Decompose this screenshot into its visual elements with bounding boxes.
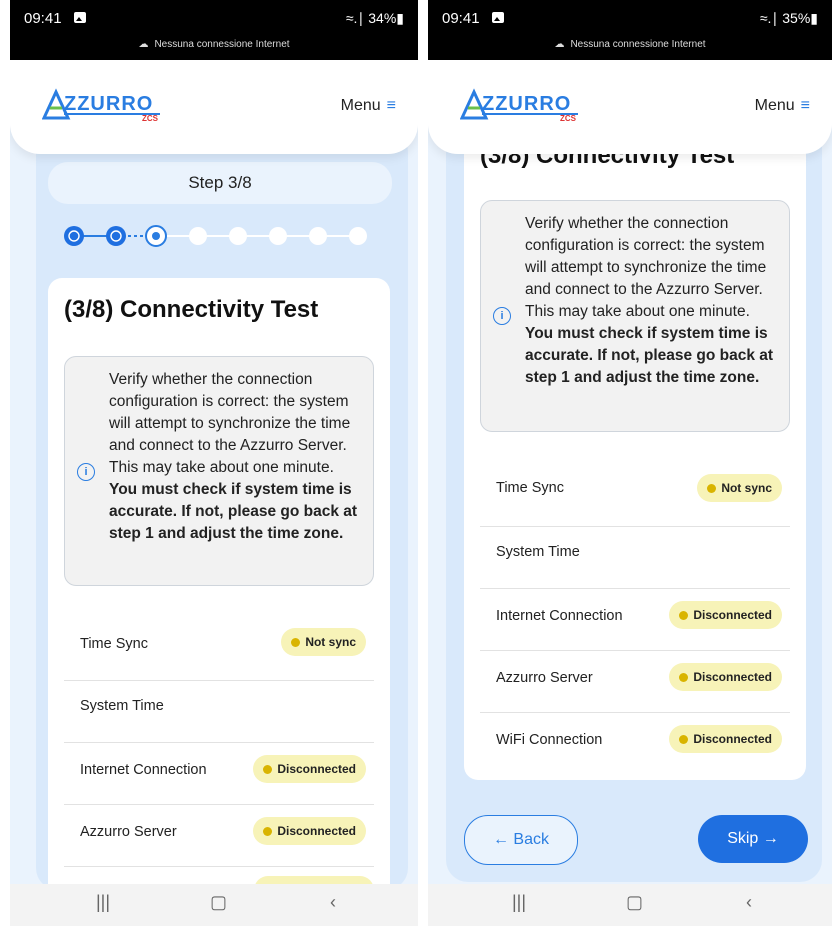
app-header: ZZURRO ZCS Menu ≡ — [428, 60, 832, 154]
azzurro-logo: ZZURRO ZCS — [460, 88, 578, 122]
no-internet-notice: ☁ Nessuna connessione Internet — [554, 39, 706, 50]
status-row-system-time: System Time — [64, 680, 374, 743]
status-badge: Disconnected — [669, 663, 782, 691]
connectivity-card: (3/8) Connectivity Test i Verify whether… — [464, 120, 806, 780]
status-row-system-time: System Time — [480, 526, 790, 589]
menu-button[interactable]: Menu ≡ — [755, 97, 810, 115]
progress-stepper — [64, 225, 367, 247]
back-nav-icon[interactable]: ‹ — [330, 892, 336, 913]
svg-text:ZZURRO: ZZURRO — [482, 93, 571, 115]
recent-apps-icon[interactable]: ||| — [512, 892, 526, 913]
status-signal-battery: ≈.∣ 35%▮ — [759, 10, 818, 26]
home-icon[interactable]: ▢ — [626, 892, 643, 913]
menu-button[interactable]: Menu ≡ — [341, 97, 396, 115]
connectivity-card: (3/8) Connectivity Test i Verify whether… — [48, 278, 390, 904]
android-nav-bar: ||| ▢ ‹ — [428, 884, 832, 926]
hamburger-icon: ≡ — [800, 97, 810, 114]
info-box: i Verify whether the connection configur… — [64, 356, 374, 586]
info-text: Verify whether the connection configurat… — [109, 371, 358, 542]
status-badge: Not sync — [697, 474, 782, 502]
status-badge: Disconnected — [253, 817, 366, 845]
azzurro-logo: ZZURRO ZCS — [42, 88, 160, 122]
gallery-notification-icon — [74, 12, 86, 23]
cloud-off-icon: ☁ — [554, 39, 565, 50]
status-badge: Disconnected — [669, 725, 782, 753]
svg-text:ZZURRO: ZZURRO — [64, 93, 153, 115]
status-bar: 09:41 ≈.∣ 35%▮ ☁ Nessuna connessione Inte… — [428, 0, 832, 60]
status-bar: 09:41 ≈.∣ 34%▮ ☁ Nessuna connessione Inte… — [10, 0, 418, 60]
back-button[interactable]: ← Back — [464, 815, 578, 865]
app-header: ZZURRO ZCS Menu ≡ — [10, 60, 418, 154]
step-done-icon — [106, 226, 126, 246]
status-row-wifi: WiFi Connection Disconnected — [480, 712, 790, 774]
info-icon: i — [493, 307, 511, 325]
step-current-icon — [145, 225, 167, 247]
info-text: Verify whether the connection configurat… — [525, 215, 774, 386]
status-badge: Not sync — [281, 628, 366, 656]
info-box: i Verify whether the connection configur… — [480, 200, 790, 432]
phone-screen-right: 09:41 ≈.∣ 35%▮ ☁ Nessuna connessione Inte… — [428, 0, 832, 926]
status-row-time-sync: Time Sync Not sync — [480, 456, 790, 527]
status-badge: Disconnected — [253, 755, 366, 783]
status-time: 09:41 — [442, 10, 480, 27]
step-indicator: Step 3/8 — [48, 162, 392, 204]
status-signal-battery: ≈.∣ 34%▮ — [345, 10, 404, 26]
svg-text:ZCS: ZCS — [560, 114, 577, 122]
phone-screen-left: 09:41 ≈.∣ 34%▮ ☁ Nessuna connessione Inte… — [10, 0, 418, 926]
back-nav-icon[interactable]: ‹ — [746, 892, 752, 913]
svg-text:ZCS: ZCS — [142, 114, 159, 122]
status-time: 09:41 — [24, 10, 62, 27]
gallery-notification-icon — [492, 12, 504, 23]
status-row-azzurro-server: Azzurro Server Disconnected — [64, 804, 374, 867]
info-icon: i — [77, 463, 95, 481]
no-internet-notice: ☁ Nessuna connessione Internet — [138, 39, 290, 50]
step-done-icon — [64, 226, 84, 246]
status-row-internet: Internet Connection Disconnected — [480, 588, 790, 651]
hamburger-icon: ≡ — [386, 97, 396, 114]
home-icon[interactable]: ▢ — [210, 892, 227, 913]
skip-button[interactable]: Skip → — [698, 815, 808, 863]
status-row-internet: Internet Connection Disconnected — [64, 742, 374, 805]
status-row-time-sync: Time Sync Not sync — [64, 610, 374, 681]
recent-apps-icon[interactable]: ||| — [96, 892, 110, 913]
status-row-azzurro-server: Azzurro Server Disconnected — [480, 650, 790, 713]
page-title: (3/8) Connectivity Test — [64, 296, 319, 323]
cloud-off-icon: ☁ — [138, 39, 149, 50]
android-nav-bar: ||| ▢ ‹ — [10, 884, 418, 926]
status-badge: Disconnected — [669, 601, 782, 629]
